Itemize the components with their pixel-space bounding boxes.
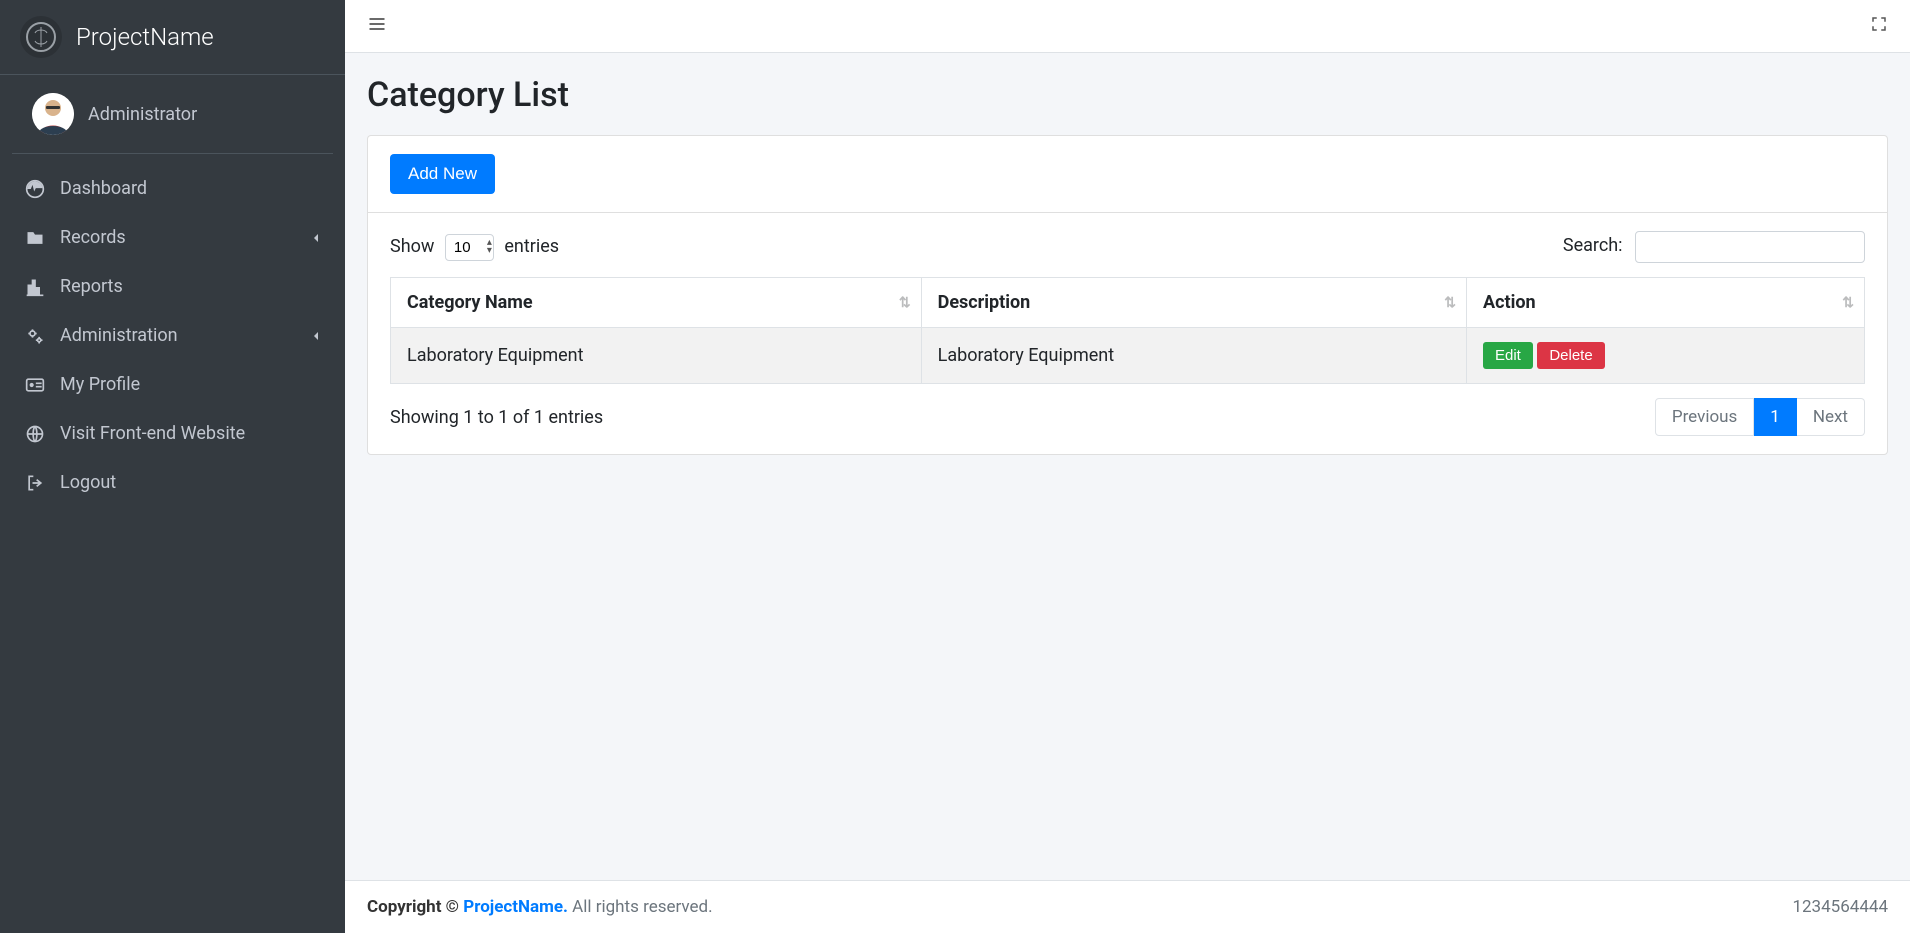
cogs-icon xyxy=(24,326,46,346)
footer-phone: 1234564444 xyxy=(1792,897,1888,917)
topbar xyxy=(345,0,1910,53)
sidebar-item-label: Administration xyxy=(60,325,297,346)
main: Category List Add New Show 10 ▴▾ xyxy=(345,0,1910,933)
user-name: Administrator xyxy=(88,104,197,125)
brand-logo-icon xyxy=(20,16,62,58)
page-current[interactable]: 1 xyxy=(1754,398,1797,436)
table-header-row: Category Name ⇅ Description ⇅ Action ⇅ xyxy=(391,278,1865,328)
fullscreen-icon[interactable] xyxy=(1870,15,1888,37)
menu-toggle-icon[interactable] xyxy=(367,14,387,38)
col-description[interactable]: Description ⇅ xyxy=(921,278,1466,328)
sidebar-item-label: Records xyxy=(60,227,297,248)
sort-icon: ⇅ xyxy=(899,295,911,311)
page-next[interactable]: Next xyxy=(1797,398,1865,436)
card-body: Show 10 ▴▾ entries Search: xyxy=(368,213,1887,454)
data-table: Category Name ⇅ Description ⇅ Action ⇅ xyxy=(390,277,1865,384)
chevron-left-icon xyxy=(311,326,321,345)
sidebar-item-label: Dashboard xyxy=(60,178,321,199)
logout-icon xyxy=(24,473,46,493)
sidebar-item-label: Reports xyxy=(60,276,321,297)
card: Add New Show 10 ▴▾ entries xyxy=(367,135,1888,455)
card-header: Add New xyxy=(368,136,1887,213)
datatable-info: Showing 1 to 1 of 1 entries xyxy=(390,407,603,428)
edit-button[interactable]: Edit xyxy=(1483,342,1533,369)
sidebar-nav: Dashboard Records Reports Administration… xyxy=(0,154,345,517)
sidebar-item-reports[interactable]: Reports xyxy=(8,262,337,311)
search-label: Search: xyxy=(1563,235,1623,256)
datatable-top-controls: Show 10 ▴▾ entries Search: xyxy=(390,231,1865,263)
sort-icon: ⇅ xyxy=(1444,295,1456,311)
sidebar-item-label: My Profile xyxy=(60,374,321,395)
footer-rights: All rights reserved. xyxy=(572,897,712,917)
sort-icon: ⇅ xyxy=(1842,295,1854,311)
length-select[interactable]: 10 xyxy=(445,234,494,261)
col-category-name[interactable]: Category Name ⇅ xyxy=(391,278,922,328)
add-new-button[interactable]: Add New xyxy=(390,154,495,194)
search-input[interactable] xyxy=(1635,231,1865,263)
cell-action: Edit Delete xyxy=(1467,328,1865,384)
length-prefix: Show xyxy=(390,236,434,257)
length-suffix: entries xyxy=(504,236,559,257)
brand-name: ProjectName xyxy=(76,23,214,51)
sidebar-item-administration[interactable]: Administration xyxy=(8,311,337,360)
datatable-length: Show 10 ▴▾ entries xyxy=(390,234,559,261)
content: Category List Add New Show 10 ▴▾ xyxy=(345,53,1910,880)
chevron-left-icon xyxy=(311,228,321,247)
sidebar: ProjectName Administrator Dashboard Reco… xyxy=(0,0,345,933)
page-previous[interactable]: Previous xyxy=(1655,398,1754,436)
pagination: Previous 1 Next xyxy=(1655,398,1865,436)
table-row: Laboratory Equipment Laboratory Equipmen… xyxy=(391,328,1865,384)
cell-category-name: Laboratory Equipment xyxy=(391,328,922,384)
footer-left: Copyright © ProjectName. All rights rese… xyxy=(367,897,713,917)
avatar xyxy=(32,93,74,135)
footer: Copyright © ProjectName. All rights rese… xyxy=(345,880,1910,933)
page-title: Category List xyxy=(367,75,1888,115)
chart-icon xyxy=(24,277,46,297)
sidebar-item-my-profile[interactable]: My Profile xyxy=(8,360,337,409)
card-icon xyxy=(24,375,46,395)
footer-brand-link[interactable]: ProjectName. xyxy=(463,897,568,917)
sidebar-item-label: Logout xyxy=(60,472,321,493)
user-panel[interactable]: Administrator xyxy=(12,75,333,154)
globe-icon xyxy=(24,424,46,444)
dashboard-icon xyxy=(24,179,46,199)
datatable-search: Search: xyxy=(1563,231,1865,263)
datatable-bottom-controls: Showing 1 to 1 of 1 entries Previous 1 N… xyxy=(390,398,1865,436)
brand[interactable]: ProjectName xyxy=(0,0,345,75)
cell-description: Laboratory Equipment xyxy=(921,328,1466,384)
sidebar-item-records[interactable]: Records xyxy=(8,213,337,262)
delete-button[interactable]: Delete xyxy=(1537,342,1604,369)
copyright-label: Copyright © xyxy=(367,897,459,917)
sidebar-item-logout[interactable]: Logout xyxy=(8,458,337,507)
col-action[interactable]: Action ⇅ xyxy=(1467,278,1865,328)
sidebar-item-label: Visit Front-end Website xyxy=(60,423,321,444)
sidebar-item-visit-frontend[interactable]: Visit Front-end Website xyxy=(8,409,337,458)
folder-icon xyxy=(24,228,46,248)
sidebar-item-dashboard[interactable]: Dashboard xyxy=(8,164,337,213)
